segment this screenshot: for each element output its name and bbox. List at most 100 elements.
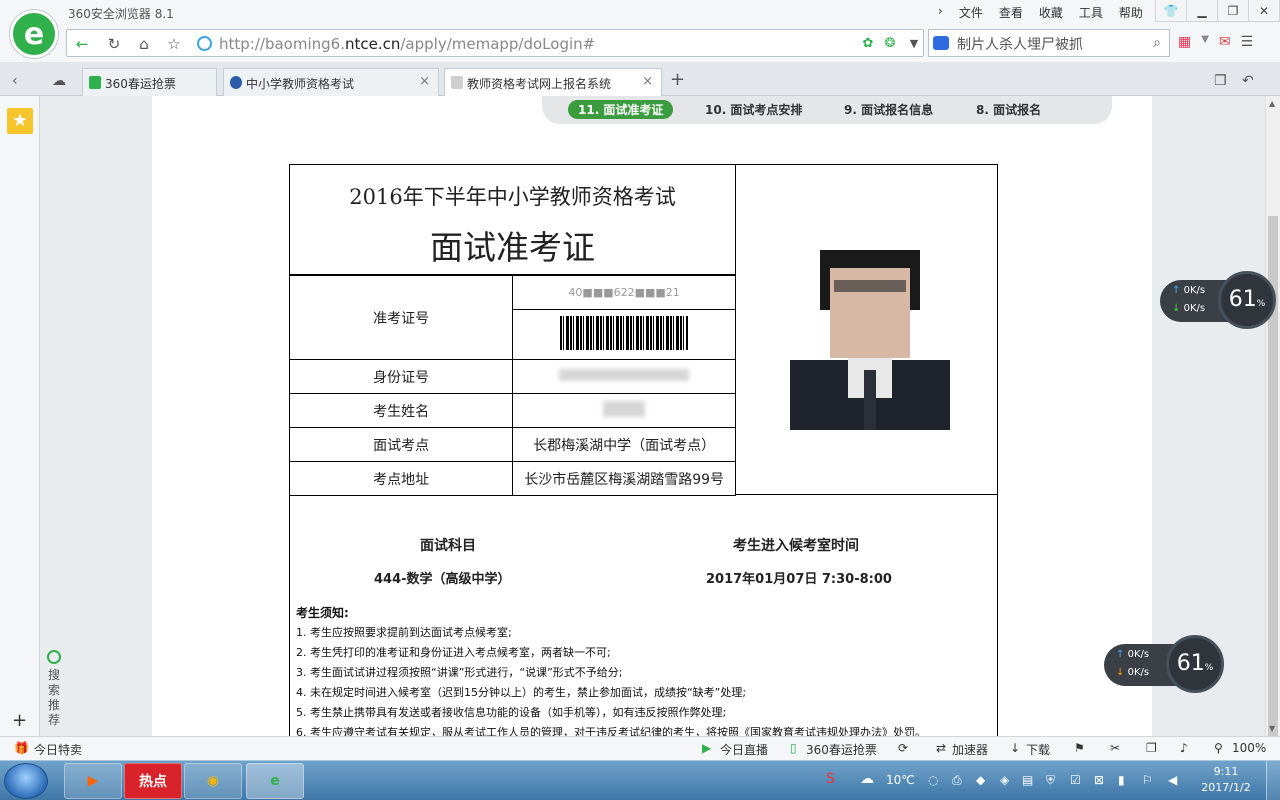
accelerator-link[interactable]: 加速器 bbox=[952, 741, 988, 758]
device-icon[interactable]: ▮ bbox=[1118, 773, 1125, 787]
tab-spring-tickets[interactable]: 360春运抢票 bbox=[82, 68, 217, 96]
new-tab-icon[interactable]: + bbox=[670, 69, 685, 90]
tab-bar: ‹ ☁ 360春运抢票 中小学教师资格考试 × 教师资格考试网上报名系统 × +… bbox=[0, 62, 1280, 97]
system-clock[interactable]: 9:11 2017/1/2 bbox=[1196, 764, 1256, 796]
security-icon[interactable]: ✿ bbox=[857, 35, 879, 53]
mail-icon[interactable]: ✉ bbox=[1219, 34, 1231, 50]
search-recommend-icon bbox=[47, 650, 61, 664]
tab-label: 中小学教师资格考试 bbox=[246, 77, 355, 91]
update-icon[interactable]: ⟳ bbox=[898, 741, 908, 755]
add-sidebar-icon[interactable]: + bbox=[12, 710, 27, 731]
media-player-icon[interactable]: ▶ bbox=[64, 763, 122, 799]
menu-tools[interactable]: 工具 bbox=[1071, 4, 1111, 21]
time-header: 考生进入候考室时间 bbox=[733, 538, 859, 554]
download-link[interactable]: 下载 bbox=[1026, 741, 1050, 758]
scroll-up-icon[interactable]: ▲ bbox=[1269, 99, 1275, 108]
wechat-icon[interactable]: ◌ bbox=[928, 773, 938, 787]
check-icon[interactable]: ☑ bbox=[1070, 773, 1081, 787]
menu-chevron-icon[interactable]: › bbox=[930, 4, 951, 21]
search-input[interactable]: 制片人杀人埋尸被抓 bbox=[957, 34, 1083, 54]
tab-close-icon[interactable]: × bbox=[642, 74, 653, 89]
shield-icon[interactable]: ⛨ bbox=[1046, 773, 1055, 788]
browser-taskbar-icon[interactable]: e bbox=[246, 763, 304, 799]
tab-registration-system[interactable]: 教师资格考试网上报名系统 × bbox=[444, 68, 662, 97]
scroll-down-icon[interactable]: ▼ bbox=[1269, 724, 1275, 733]
skin-icon[interactable]: 👕 bbox=[1156, 0, 1187, 22]
note-item: 4. 未在规定时间进入候考室（迟到15分钟以上）的考生，禁止参加面试，成绩按“缺… bbox=[296, 686, 747, 699]
memory-gauge-2[interactable]: 61% bbox=[1166, 635, 1224, 693]
weather-icon: ☁ bbox=[860, 771, 874, 787]
restore-button[interactable]: ❐ bbox=[1218, 0, 1249, 22]
apps-dropdown-icon[interactable]: ▼ bbox=[1201, 34, 1209, 50]
url-text[interactable]: http://baoming6.ntce.cn/apply/memapp/doL… bbox=[219, 35, 595, 53]
search-recommend[interactable]: 搜索推荐 bbox=[44, 650, 64, 728]
favorite-star-icon[interactable]: ☆ bbox=[163, 35, 185, 53]
back-icon[interactable]: ← bbox=[71, 35, 93, 53]
step-navigation: 11. 面试准考证 10. 面试考点安排 9. 面试报名信息 8. 面试报名 bbox=[542, 96, 1112, 124]
refresh-icon[interactable]: ↻ bbox=[103, 35, 125, 53]
favorites-star-icon[interactable]: ★ bbox=[7, 108, 33, 134]
undo-close-icon[interactable]: ↶ bbox=[1242, 73, 1254, 89]
menu-favorites[interactable]: 收藏 bbox=[1031, 4, 1071, 21]
step-registration[interactable]: 8. 面试报名 bbox=[976, 101, 1041, 118]
search-box[interactable]: 制片人杀人埋尸被抓 ⌕ bbox=[928, 29, 1170, 57]
show-desktop-button[interactable] bbox=[1266, 761, 1280, 800]
apps-icon[interactable]: ▦ bbox=[1178, 34, 1191, 50]
qq-icon[interactable]: ◆ bbox=[976, 773, 985, 787]
taskbar-hot-app[interactable]: 热点 bbox=[124, 763, 182, 799]
print-tray-icon[interactable]: ▤ bbox=[1022, 773, 1033, 787]
volume-icon[interactable]: ◀ bbox=[1168, 773, 1177, 787]
menu-help[interactable]: 帮助 bbox=[1111, 4, 1151, 21]
spring-tickets-link[interactable]: 360春运抢票 bbox=[806, 741, 877, 758]
daily-live-link[interactable]: 今日直播 bbox=[720, 741, 768, 758]
phone-icon: ▯ bbox=[790, 741, 797, 755]
ticket-header: 2016年下半年中小学教师资格考试 面试准考证 bbox=[290, 165, 736, 275]
step-site-arrangement[interactable]: 10. 面试考点安排 bbox=[705, 101, 802, 118]
tab-list-icon[interactable]: ❐ bbox=[1214, 73, 1227, 89]
flag-icon[interactable]: ⚑ bbox=[1074, 741, 1085, 755]
browser-logo-icon[interactable]: e bbox=[10, 10, 58, 58]
qq-browser-icon[interactable]: ◉ bbox=[184, 763, 242, 799]
tab-close-icon[interactable]: × bbox=[419, 74, 430, 89]
menu-file[interactable]: 文件 bbox=[951, 4, 991, 21]
menu-bar: › 文件 查看 收藏 工具 帮助 bbox=[930, 4, 1151, 21]
cloud-icon[interactable]: ☁ bbox=[52, 73, 66, 89]
ticket-title: 2016年下半年中小学教师资格考试 bbox=[349, 185, 676, 209]
download-speed: ↓ 0K/s bbox=[1116, 667, 1150, 678]
mode-icon[interactable]: ❂ bbox=[879, 35, 901, 53]
candidate-notes: 考生须知: 1. 考生应按照要求提前到达面试考点候考室; 2. 考生凭打印的准考… bbox=[296, 603, 996, 736]
address-bar[interactable]: ← ↻ ⌂ ☆ http://baoming6.ntce.cn/apply/me… bbox=[66, 29, 924, 57]
name-redacted bbox=[603, 400, 646, 417]
search-engine-icon[interactable] bbox=[933, 36, 949, 50]
page-icon bbox=[451, 76, 463, 89]
memory-gauge-1[interactable]: 61% bbox=[1218, 271, 1276, 329]
zoom-level[interactable]: 100% bbox=[1232, 741, 1266, 755]
tab-teacher-exam[interactable]: 中小学教师资格考试 × bbox=[223, 68, 439, 96]
home-icon[interactable]: ⌂ bbox=[133, 35, 155, 53]
daily-deals-link[interactable]: 今日特卖 bbox=[34, 741, 82, 758]
step-registration-info[interactable]: 9. 面试报名信息 bbox=[844, 101, 933, 118]
window-controls: 👕 ▁ ❐ ✕ bbox=[1155, 0, 1280, 22]
app-tray-icon[interactable]: ◈ bbox=[1000, 773, 1009, 787]
search-icon[interactable]: ⌕ bbox=[1153, 35, 1161, 51]
close-button[interactable]: ✕ bbox=[1249, 0, 1280, 22]
step-admission-ticket[interactable]: 11. 面试准考证 bbox=[568, 100, 674, 119]
vertical-scrollbar[interactable]: ▲ ▼ bbox=[1265, 96, 1280, 736]
start-button[interactable] bbox=[4, 763, 48, 799]
toolbar-extras: ▦ ▼ ✉ ☰ bbox=[1178, 34, 1253, 50]
note-item: 1. 考生应按照要求提前到达面试考点候考室; bbox=[296, 626, 512, 639]
sogou-icon[interactable]: S bbox=[826, 771, 835, 787]
printer-icon[interactable]: ⎙ bbox=[952, 773, 962, 788]
minimize-button[interactable]: ▁ bbox=[1187, 0, 1218, 22]
menu-view[interactable]: 查看 bbox=[991, 4, 1031, 21]
menu-icon[interactable]: ☰ bbox=[1241, 34, 1254, 50]
flag-tray-icon[interactable]: ⚐ bbox=[1142, 773, 1153, 787]
tab-scroll-left-icon[interactable]: ‹ bbox=[12, 73, 18, 89]
window-icon[interactable]: ❐ bbox=[1146, 741, 1157, 755]
network-icon[interactable]: ⊠ bbox=[1094, 773, 1104, 787]
dropdown-icon[interactable]: ▼ bbox=[903, 35, 925, 53]
sound-icon[interactable]: ♪ bbox=[1180, 741, 1188, 755]
cut-icon[interactable]: ✂ bbox=[1110, 741, 1120, 755]
clock-time: 9:11 bbox=[1213, 765, 1239, 778]
tab-label: 教师资格考试网上报名系统 bbox=[467, 77, 612, 91]
